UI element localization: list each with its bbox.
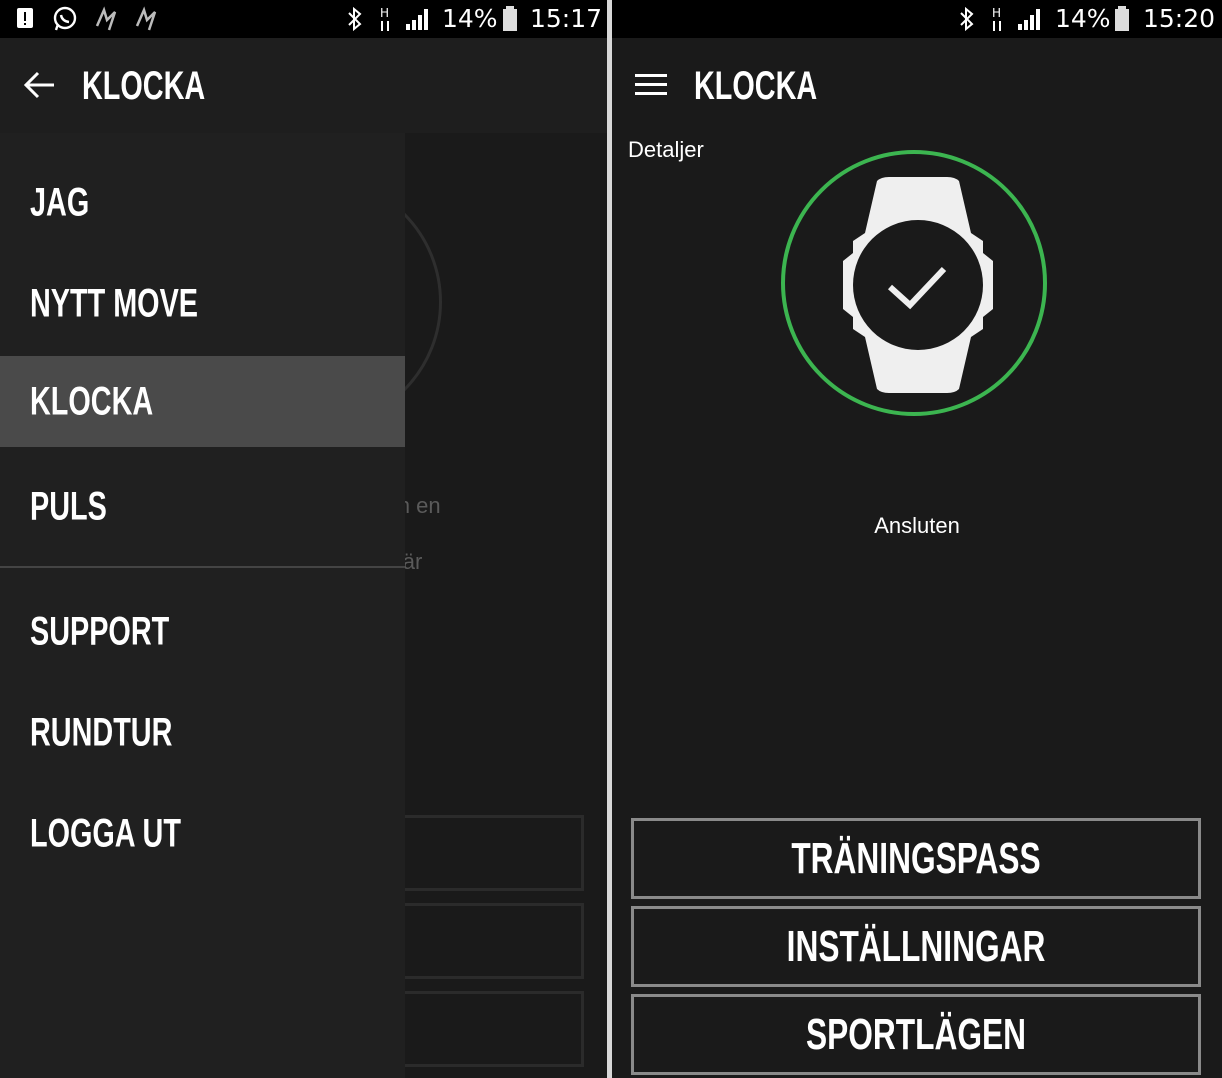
status-bar: H 14% 15:17 xyxy=(0,0,607,38)
menu-item-label: PULS xyxy=(30,484,107,528)
menu-item-nytt-move[interactable]: NYTT MOVE xyxy=(0,258,405,349)
button-label: INSTÄLLNINGAR xyxy=(786,921,1046,971)
clock: 15:17 xyxy=(530,4,603,33)
menu-divider xyxy=(0,566,405,568)
menu-item-klocka[interactable]: KLOCKA xyxy=(0,356,405,447)
menu-item-jag[interactable]: JAG xyxy=(0,157,405,248)
battery-percent: 14% xyxy=(1055,4,1111,33)
menu-item-label: SUPPORT xyxy=(30,609,170,653)
left-screen: H 14% 15:17 KLOCKA klocka. Om en upprätt… xyxy=(0,0,607,1078)
alert-icon xyxy=(17,8,33,28)
button-label: SPORTLÄGEN xyxy=(805,1009,1027,1059)
bluetooth-icon xyxy=(960,7,974,31)
activity-icon-2 xyxy=(135,6,157,31)
button-label: TRÄNINGSPASS xyxy=(791,833,1041,883)
traningspass-button[interactable]: TRÄNINGSPASS xyxy=(631,818,1201,899)
status-bar: H 14% 15:20 xyxy=(612,0,1222,38)
right-screen: H 14% 15:20 KLOCKA Detaljer Ansluten TRÄ… xyxy=(612,0,1222,1078)
svg-text:H: H xyxy=(992,6,1001,20)
menu-item-rundtur[interactable]: RUNDTUR xyxy=(0,687,405,778)
menu-item-puls[interactable]: PULS xyxy=(0,461,405,552)
sportlagen-button[interactable]: SPORTLÄGEN xyxy=(631,994,1201,1075)
battery-icon xyxy=(503,6,517,31)
connection-status-text: Ansluten xyxy=(874,513,960,538)
menu-item-logga-ut[interactable]: LOGGA UT xyxy=(0,788,405,879)
navigation-drawer: JAG NYTT MOVE KLOCKA PULS SUPPORT RUNDTU… xyxy=(0,133,405,1078)
menu-item-label: NYTT MOVE xyxy=(30,281,199,325)
clock: 15:20 xyxy=(1143,4,1216,33)
hamburger-menu-icon[interactable] xyxy=(634,73,668,97)
menu-item-label: KLOCKA xyxy=(30,379,154,423)
bluetooth-icon xyxy=(348,7,362,31)
whatsapp-icon xyxy=(53,6,77,31)
battery-percent: 14% xyxy=(442,4,498,33)
page-title: KLOCKA xyxy=(694,64,818,108)
watch-connected-icon xyxy=(843,177,993,393)
network-h-icon: H xyxy=(380,6,389,31)
back-arrow-icon[interactable] xyxy=(22,70,56,100)
menu-item-label: LOGGA UT xyxy=(30,811,181,855)
signal-icon xyxy=(406,9,428,30)
signal-icon xyxy=(1018,9,1040,30)
activity-icon xyxy=(95,6,117,31)
svg-text:H: H xyxy=(380,6,389,20)
battery-icon xyxy=(1115,6,1129,31)
menu-item-support[interactable]: SUPPORT xyxy=(0,586,405,677)
page-title: KLOCKA xyxy=(82,64,206,108)
menu-item-label: JAG xyxy=(30,180,90,224)
menu-item-label: RUNDTUR xyxy=(30,710,173,754)
network-h-icon: H xyxy=(992,6,1001,31)
installningar-button[interactable]: INSTÄLLNINGAR xyxy=(631,906,1201,987)
details-label: Detaljer xyxy=(628,137,704,162)
